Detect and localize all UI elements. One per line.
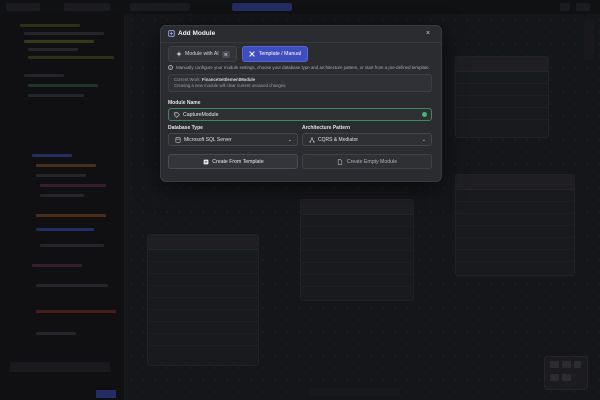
chevron-down-icon: ⌄ — [421, 136, 426, 143]
tools-icon — [249, 51, 256, 58]
tab-module-with-ai[interactable]: Module with AI ⌘ — [168, 46, 237, 62]
current-work-notice: Current Work: FinanceSettlementModule Cr… — [168, 74, 432, 92]
create-empty-module-button[interactable]: Create Empty Module — [302, 154, 432, 169]
info-icon: i — [168, 65, 173, 70]
info-text: Manually configure your module settings,… — [176, 65, 430, 70]
architecture-label: Architecture Pattern — [302, 125, 351, 131]
create-from-template-button[interactable]: Create From Template — [168, 154, 298, 169]
close-button[interactable]: × — [423, 29, 433, 39]
create-from-template-label: Create From Template — [212, 158, 264, 165]
create-empty-module-label: Create Empty Module — [346, 158, 398, 165]
valid-check-icon — [422, 112, 427, 117]
file-icon — [337, 158, 344, 165]
sparkle-icon — [175, 51, 182, 58]
dialog-title: Add Module — [178, 30, 216, 37]
current-work-label: Current Work: — [174, 77, 201, 82]
database-icon — [174, 136, 181, 143]
dialog-header: Add Module × — [161, 26, 441, 43]
tag-icon — [173, 111, 180, 118]
tab-label: Module with AI — [185, 51, 219, 57]
architecture-select[interactable]: CQRS & Mediator ⌄ — [302, 133, 432, 146]
architecture-value: CQRS & Mediator — [318, 136, 359, 143]
template-icon — [202, 158, 209, 165]
info-message: i Manually configure your module setting… — [168, 65, 430, 70]
module-icon — [168, 30, 175, 37]
module-name-input[interactable] — [183, 109, 419, 120]
shortcut-badge: ⌘ — [221, 50, 230, 58]
module-name-field — [168, 108, 432, 121]
architecture-icon — [308, 136, 315, 143]
current-work-note: Creating a new module will clear current… — [174, 83, 287, 88]
tab-label: Template / Manual — [258, 51, 302, 57]
database-type-label: Database Type — [168, 125, 203, 131]
add-module-dialog: Add Module × Module with AI ⌘ Template /… — [160, 25, 442, 182]
mode-tabs: Module with AI ⌘ Template / Manual — [168, 46, 309, 62]
module-name-label: Module Name — [168, 100, 201, 106]
chevron-down-icon: ⌄ — [287, 136, 292, 143]
tab-template-manual[interactable]: Template / Manual — [241, 46, 309, 62]
current-work-value: FinanceSettlementModule — [201, 77, 256, 82]
database-type-select[interactable]: Microsoft SQL Server ⌄ — [168, 133, 298, 146]
database-type-value: Microsoft SQL Server — [184, 136, 232, 143]
